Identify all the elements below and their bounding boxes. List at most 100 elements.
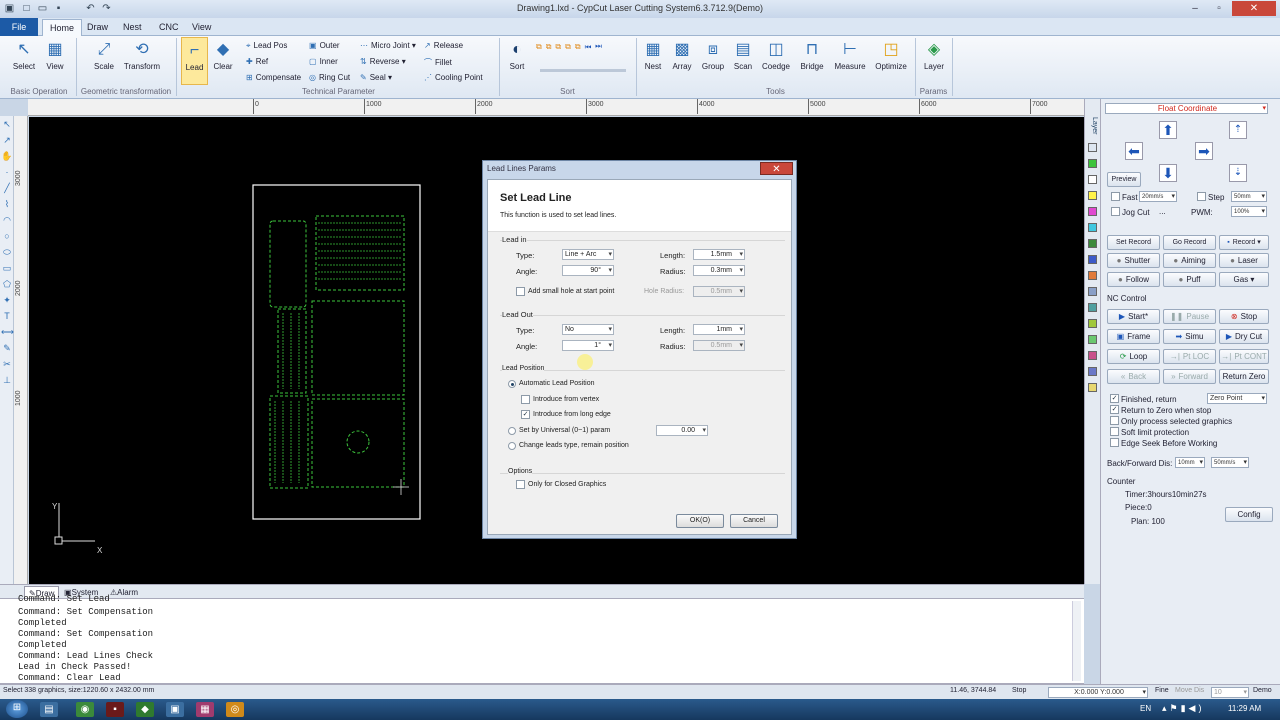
- polyline-tool-icon[interactable]: ⌇: [1, 198, 13, 210]
- explorer-icon[interactable]: ▤: [40, 702, 58, 717]
- edge-seek-checkbox[interactable]: [1110, 438, 1119, 447]
- view-button[interactable]: ▦ View: [42, 40, 68, 71]
- universal-param-input[interactable]: 0.00: [656, 425, 708, 436]
- close-button[interactable]: ✕: [1232, 1, 1276, 16]
- lead-out-type-select[interactable]: No: [562, 324, 614, 335]
- universal-radio[interactable]: [508, 427, 516, 435]
- laser-button[interactable]: ● Laser: [1219, 253, 1269, 268]
- sort-tools[interactable]: ⧉⧉⧉⧉⧉⏮⏭: [536, 42, 606, 52]
- rectangle-tool-icon[interactable]: ▭: [1, 262, 13, 274]
- layer-swatch[interactable]: [1088, 159, 1097, 168]
- release-button[interactable]: ↗ Release: [424, 41, 463, 50]
- set-record-button[interactable]: Set Record: [1107, 235, 1160, 250]
- app-icon-2[interactable]: ◆: [136, 702, 154, 717]
- layer-swatch[interactable]: [1088, 191, 1097, 200]
- stop-button[interactable]: ⊗ Stop: [1219, 309, 1269, 324]
- scale-button[interactable]: ⤢ Scale: [90, 40, 118, 71]
- auto-position-radio[interactable]: [508, 380, 516, 388]
- line-tool-icon[interactable]: ╱: [1, 182, 13, 194]
- hole-radius-input[interactable]: 0.5mm: [693, 286, 745, 297]
- nest-button[interactable]: ▦ Nest: [642, 40, 664, 71]
- ref-button[interactable]: ✚ Ref: [246, 57, 268, 66]
- gas-button[interactable]: Gas ▾: [1219, 272, 1269, 287]
- jog-up-button[interactable]: ⬆: [1159, 121, 1177, 139]
- language-indicator[interactable]: EN: [1140, 704, 1151, 713]
- pause-button[interactable]: ❚❚ Pause: [1163, 309, 1216, 324]
- tab-view[interactable]: View: [185, 19, 218, 36]
- measure-button[interactable]: ⊢ Measure: [832, 40, 868, 71]
- z-down-button[interactable]: ⇣: [1229, 164, 1247, 182]
- layer-swatch[interactable]: [1088, 383, 1097, 392]
- step-distance-select[interactable]: 50mm: [1231, 191, 1267, 202]
- preview-button[interactable]: Preview: [1107, 172, 1141, 187]
- scan-button[interactable]: ▤ Scan: [732, 40, 754, 71]
- app-icon-4[interactable]: ▦: [196, 702, 214, 717]
- point-tool-icon[interactable]: ·: [1, 166, 13, 178]
- lead-button[interactable]: ⌐ Lead: [181, 37, 208, 85]
- layer-swatch[interactable]: [1088, 207, 1097, 216]
- change-type-radio[interactable]: [508, 442, 516, 450]
- layer-swatch[interactable]: [1088, 319, 1097, 328]
- jog-left-button[interactable]: ⬅: [1125, 142, 1143, 160]
- layer-swatch[interactable]: [1088, 351, 1097, 360]
- cypcut-icon[interactable]: ◎: [226, 702, 244, 717]
- mirror-tool-icon[interactable]: ⟷: [1, 326, 14, 338]
- return-zero-stop-checkbox[interactable]: ✓: [1110, 405, 1119, 414]
- coordinate-select[interactable]: Float Coordinate: [1105, 103, 1268, 114]
- closed-only-checkbox[interactable]: [516, 480, 525, 489]
- star-tool-icon[interactable]: ✦: [1, 294, 13, 306]
- select-button[interactable]: ↖ Select: [8, 40, 40, 71]
- move-dis-select[interactable]: 10: [1211, 687, 1249, 698]
- array-button[interactable]: ▩ Array: [670, 40, 694, 71]
- tray-icons[interactable]: ▴⚑▮◀): [1162, 703, 1204, 714]
- layer-button[interactable]: ◈ Layer: [920, 40, 948, 71]
- finished-return-checkbox[interactable]: ✓: [1110, 394, 1119, 403]
- ring-cut-button[interactable]: ◎ Ring Cut: [309, 73, 350, 82]
- group-button[interactable]: ⧈ Group: [700, 40, 726, 71]
- z-up-button[interactable]: ⇡: [1229, 121, 1247, 139]
- reverse-button[interactable]: ⇅ Reverse ▾: [360, 57, 406, 66]
- tab-draw[interactable]: Draw: [80, 19, 115, 36]
- compensate-button[interactable]: ⊞ Compensate: [246, 73, 301, 82]
- ellipse-tool-icon[interactable]: ⬭: [1, 246, 13, 258]
- follow-button[interactable]: ● Follow: [1107, 272, 1160, 287]
- pt-cont-button[interactable]: →| Pt CONT: [1219, 349, 1269, 364]
- cooling-point-button[interactable]: ⋰ Cooling Point: [424, 73, 483, 82]
- layer-swatch[interactable]: [1088, 255, 1097, 264]
- app-icon-1[interactable]: ▪: [106, 702, 124, 717]
- back-button[interactable]: «Back: [1107, 369, 1160, 384]
- outer-button[interactable]: ▣ Outer: [309, 41, 340, 50]
- dialog-close-button[interactable]: ✕: [760, 162, 793, 175]
- edit-tool-icon[interactable]: ✎: [1, 342, 13, 354]
- go-record-button[interactable]: Go Record: [1163, 235, 1216, 250]
- transform-button[interactable]: ⟲ Transform: [122, 40, 162, 71]
- simu-button[interactable]: ➡ Simu: [1163, 329, 1216, 344]
- fast-speed-select[interactable]: 20mm/s: [1139, 191, 1177, 202]
- sort-button[interactable]: ◐ Sort: [505, 40, 529, 71]
- layer-swatch[interactable]: [1088, 335, 1097, 344]
- layer-swatch[interactable]: [1088, 287, 1097, 296]
- log-scrollbar[interactable]: [1072, 601, 1081, 681]
- lead-in-type-select[interactable]: Line + Arc: [562, 249, 614, 260]
- layer-swatch[interactable]: [1088, 367, 1097, 376]
- machine-position-select[interactable]: X:0.000 Y:0.000: [1048, 687, 1148, 698]
- zero-point-select[interactable]: Zero Point: [1207, 393, 1267, 404]
- step-checkbox[interactable]: [1197, 192, 1206, 201]
- node-tool-icon[interactable]: ↗: [1, 134, 13, 146]
- clear-button[interactable]: ◆ Clear: [210, 40, 236, 71]
- browser-icon[interactable]: ◉: [76, 702, 94, 717]
- arc-tool-icon[interactable]: ◠: [1, 214, 13, 226]
- lead-in-angle-input[interactable]: 90°: [562, 265, 614, 276]
- layer-swatch[interactable]: [1088, 223, 1097, 232]
- forward-button[interactable]: » Forward: [1163, 369, 1216, 384]
- micro-joint-button[interactable]: ⋯ Micro Joint ▾: [360, 41, 416, 50]
- frame-button[interactable]: ▣ Frame: [1107, 329, 1160, 344]
- tab-cnc[interactable]: CNC: [152, 19, 186, 36]
- record-button[interactable]: ▪ Record ▾: [1219, 235, 1269, 250]
- config-button[interactable]: Config: [1225, 507, 1273, 522]
- pwm-select[interactable]: 100%: [1231, 206, 1267, 217]
- layer-swatch[interactable]: [1088, 239, 1097, 248]
- add-hole-checkbox[interactable]: [516, 287, 525, 296]
- pointer-tool-icon[interactable]: ↖: [1, 118, 13, 130]
- pt-loc-button[interactable]: →| Pt LOC: [1163, 349, 1216, 364]
